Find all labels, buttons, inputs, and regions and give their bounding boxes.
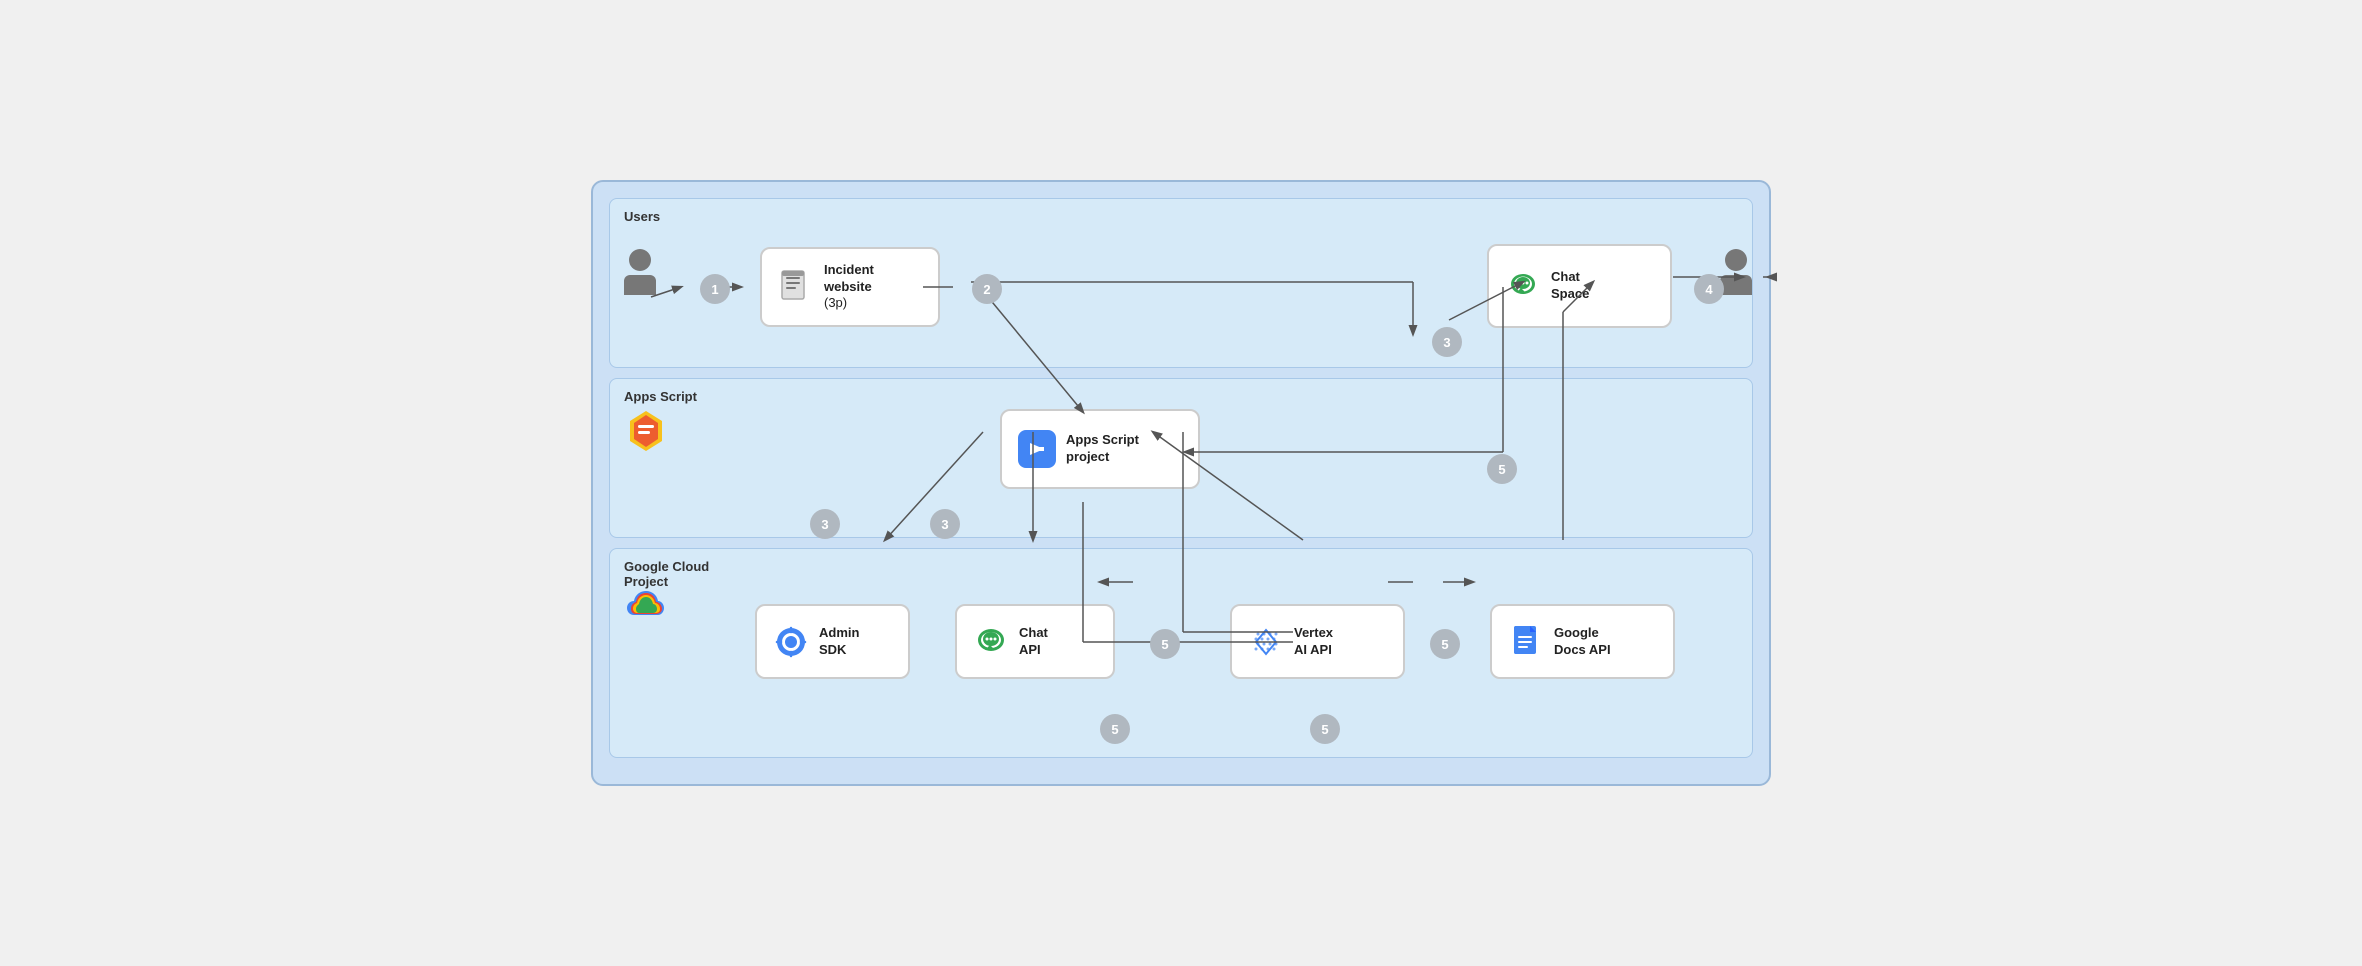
apps-lane-title: Apps Script: [624, 389, 697, 404]
step-circle-1: 1: [700, 274, 730, 304]
users-lane: Users 1 Incidentwebsite(3p) 2: [609, 198, 1753, 368]
chat-api-label: ChatAPI: [1019, 625, 1048, 659]
chat-api-icon: [973, 624, 1009, 660]
vertex-ai-box: VertexAI API: [1230, 604, 1405, 679]
vertex-ai-icon: [1248, 624, 1284, 660]
chat-space-label: ChatSpace: [1551, 269, 1589, 303]
step-circle-5-bottom: 5: [1100, 714, 1130, 744]
apps-script-project-label: Apps Scriptproject: [1066, 432, 1139, 466]
google-docs-label: GoogleDocs API: [1554, 625, 1611, 659]
step-circle-5-vertex: 5: [1430, 629, 1460, 659]
apps-script-lane: Apps Script Apps Scriptproject 3: [609, 378, 1753, 538]
admin-sdk-label: AdminSDK: [819, 625, 859, 659]
cloud-lane-title: Google CloudProject: [624, 559, 709, 589]
incident-website-icon: [778, 269, 814, 305]
step-circle-2: 2: [972, 274, 1002, 304]
step-circle-3-center: 3: [930, 509, 960, 539]
cloud-logo-icon: [624, 587, 668, 628]
google-docs-box: GoogleDocs API: [1490, 604, 1675, 679]
user-figure-left: [624, 249, 656, 295]
user-figure-right: [1720, 249, 1752, 295]
main-diagram: Users 1 Incidentwebsite(3p) 2: [591, 180, 1771, 786]
cloud-lane: Google CloudProject AdminSDK: [609, 548, 1753, 758]
step-circle-5-chat: 5: [1150, 629, 1180, 659]
step-circle-5-right: 5: [1487, 454, 1517, 484]
apps-script-project-icon: [1018, 430, 1056, 468]
chat-space-icon: [1505, 268, 1541, 304]
incident-website-box: Incidentwebsite(3p): [760, 247, 940, 327]
admin-sdk-box: AdminSDK: [755, 604, 910, 679]
vertex-ai-label: VertexAI API: [1294, 625, 1333, 659]
google-docs-icon: [1508, 624, 1544, 660]
admin-sdk-icon: [773, 624, 809, 660]
incident-website-label: Incidentwebsite(3p): [824, 262, 874, 313]
chat-space-box: ChatSpace: [1487, 244, 1672, 328]
step-circle-3-left: 3: [810, 509, 840, 539]
apps-script-project-box: Apps Scriptproject: [1000, 409, 1200, 489]
apps-script-logo-icon: [624, 407, 668, 456]
users-lane-title: Users: [624, 209, 660, 224]
step-circle-4: 4: [1694, 274, 1724, 304]
step-circle-5-bottom2: 5: [1310, 714, 1340, 744]
step-circle-3-top: 3: [1432, 327, 1462, 357]
chat-api-box: ChatAPI: [955, 604, 1115, 679]
